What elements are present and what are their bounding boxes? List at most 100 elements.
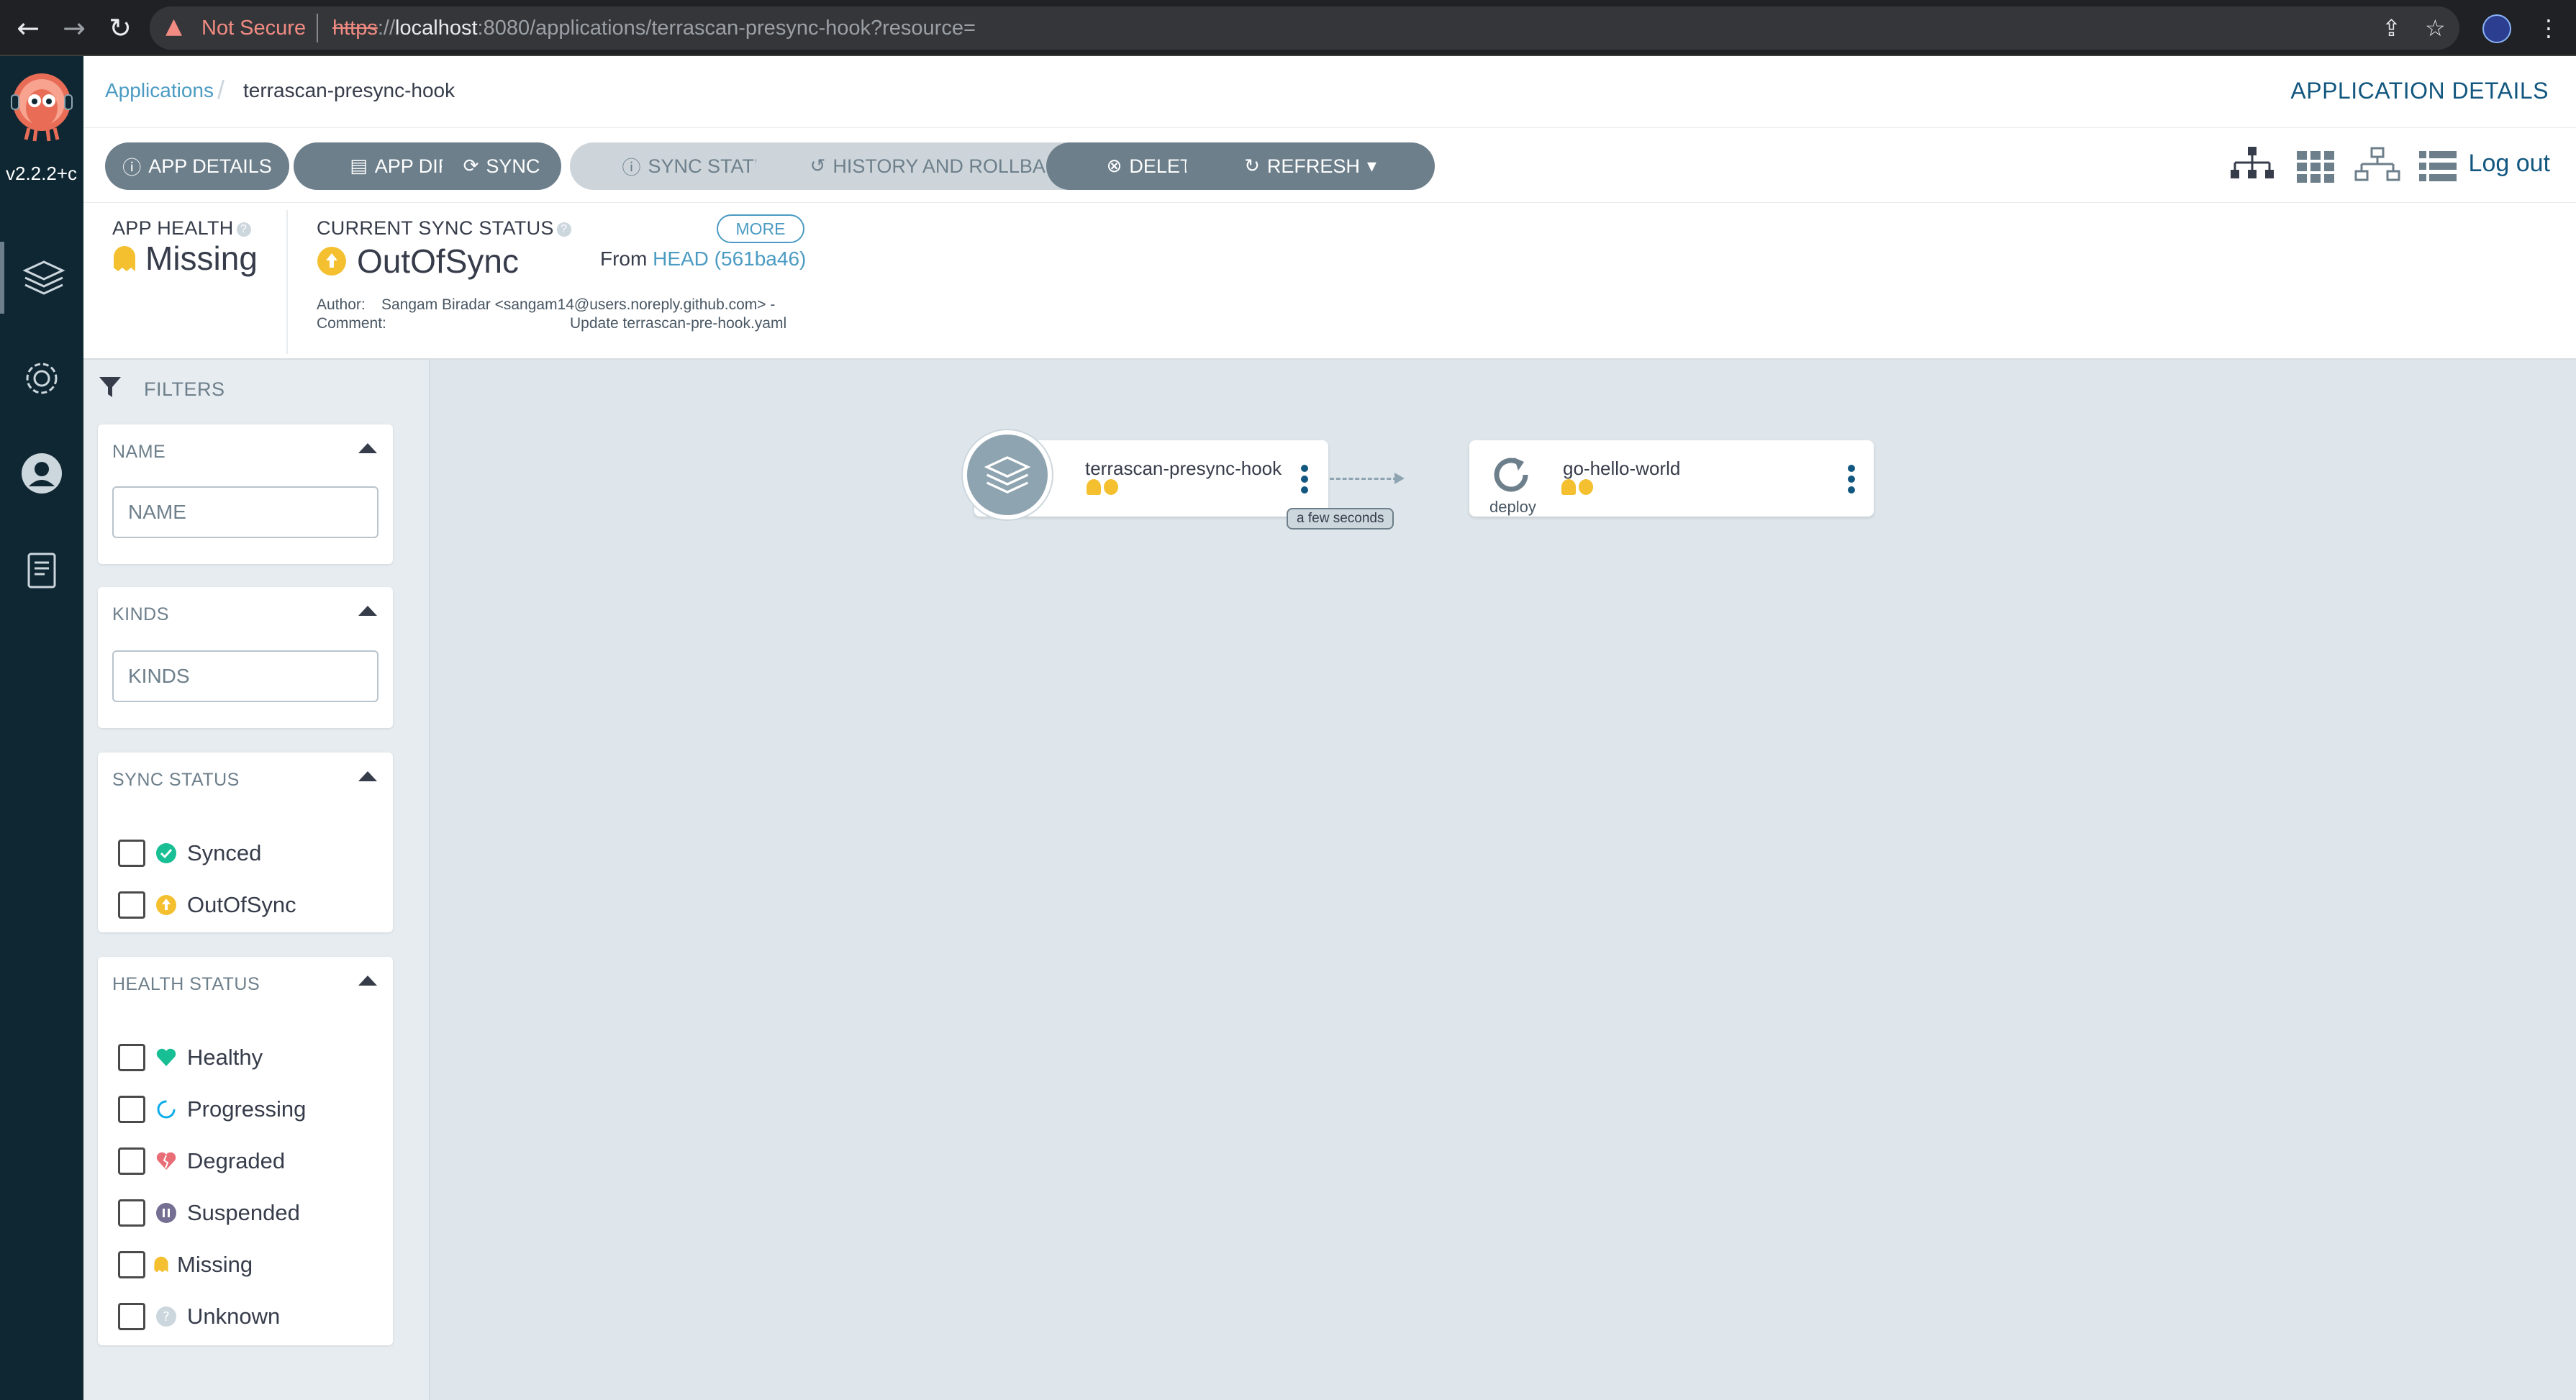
sync-revision: From HEAD (561ba46) (600, 247, 806, 271)
suspended-pause-icon (156, 1203, 176, 1223)
synced-check-icon (156, 843, 176, 863)
revision-link[interactable]: HEAD (561ba46) (653, 247, 806, 270)
sync-status-text: CURRENT SYNC STATUS (317, 217, 554, 239)
from-label: From (600, 247, 648, 270)
more-button[interactable]: MORE (717, 214, 804, 243)
filter-option-progressing[interactable]: Progressing (118, 1094, 306, 1125)
health-status-text: Missing (145, 240, 258, 277)
deployment-node[interactable]: deploy go-hello-world (1469, 440, 1874, 517)
address-bar[interactable]: ▲ Not Secure https://localhost:8080/appl… (150, 6, 2459, 50)
filter-option-suspended[interactable]: Suspended (118, 1197, 300, 1229)
comment-label: Comment: (317, 315, 386, 332)
name-filter-card: NAME (98, 424, 393, 564)
collapse-caret-icon[interactable] (358, 443, 377, 453)
docs-icon (27, 553, 56, 588)
forward-icon[interactable]: → (56, 10, 92, 46)
refresh-label: REFRESH (1266, 155, 1360, 177)
filter-option-degraded[interactable]: Degraded (118, 1145, 285, 1177)
deployment-node-menu-icon[interactable] (1848, 465, 1856, 497)
progressing-spinner-icon (157, 1100, 176, 1119)
version-label: v2.2.2+c (6, 163, 78, 184)
url-text[interactable]: https://localhost:8080/applications/terr… (332, 17, 976, 40)
breadcrumb-separator: / (217, 75, 225, 104)
collapse-caret-icon[interactable] (358, 976, 377, 986)
sync-status-filter-card: SYNC STATUS Synced OutOfSync (98, 753, 393, 932)
sync-status-value: OutOfSync (317, 242, 519, 281)
url-path: :8080/applications/terrascan-presync-hoo… (477, 17, 976, 40)
out-of-sync-icon (1104, 479, 1118, 495)
url-divider (317, 14, 318, 42)
filter-option-healthy[interactable]: Healthy (118, 1042, 263, 1073)
degraded-label: Degraded (187, 1148, 286, 1173)
app-node-circle[interactable] (963, 430, 1052, 519)
sync-button[interactable]: ⟳ SYNC (442, 142, 561, 190)
url-sep-text: :// (377, 17, 396, 40)
profile-avatar[interactable] (2482, 14, 2511, 43)
info-icon: ⓘ (122, 157, 142, 179)
health-status-filter-card: HEALTH STATUS Healthy Progressing Degrad… (98, 957, 393, 1345)
filter-option-missing[interactable]: Missing (118, 1249, 253, 1281)
unknown-question-icon: ? (156, 1306, 176, 1327)
kinds-filter-input[interactable] (112, 650, 378, 702)
logout-link[interactable]: Log out (2469, 150, 2550, 178)
app-health-text: APP HEALTH (112, 217, 234, 239)
bookmark-star-icon[interactable]: ☆ (2425, 10, 2446, 46)
list-view-icon[interactable] (2415, 144, 2461, 190)
filter-option-synced[interactable]: Synced (118, 837, 261, 869)
edge-arrowhead (1394, 473, 1405, 484)
healthy-checkbox[interactable] (118, 1044, 145, 1071)
progressing-checkbox[interactable] (118, 1096, 145, 1123)
nav-settings[interactable] (0, 342, 83, 414)
missing-ghost-icon (154, 1256, 168, 1273)
name-filter-input[interactable] (112, 486, 378, 538)
refresh-button[interactable]: ↻ REFRESH ▾ (1186, 142, 1435, 190)
missing-checkbox[interactable] (118, 1251, 145, 1278)
unknown-checkbox[interactable] (118, 1303, 145, 1330)
deployment-node-name: go-hello-world (1563, 458, 1681, 479)
filter-option-unknown[interactable]: ? Unknown (118, 1301, 280, 1332)
app-node-status-badges (1087, 479, 1118, 495)
applications-icon (22, 260, 65, 295)
help-icon[interactable]: ? (556, 222, 571, 237)
degraded-broken-heart-icon (156, 1152, 176, 1170)
nav-applications[interactable] (0, 242, 83, 314)
progressing-label: Progressing (187, 1096, 307, 1122)
tree-view-icon[interactable] (2229, 144, 2275, 190)
breadcrumb-applications[interactable]: Applications (105, 79, 214, 102)
nav-user-info[interactable] (0, 437, 83, 509)
reload-icon[interactable]: ↻ (102, 10, 138, 46)
filters-header[interactable]: FILTERS (83, 360, 429, 417)
app-details-button[interactable]: ⓘ APP DETAILS (105, 142, 289, 190)
back-icon[interactable]: ← (10, 10, 46, 46)
not-secure-label[interactable]: Not Secure (201, 17, 306, 40)
url-scheme: https (332, 17, 378, 40)
pods-view-icon[interactable] (2292, 144, 2339, 190)
nav-docs[interactable] (0, 534, 83, 606)
status-divider (286, 210, 288, 354)
synced-checkbox[interactable] (118, 840, 145, 867)
healthy-heart-icon (156, 1048, 176, 1066)
share-icon[interactable]: ⇪ (2382, 10, 2401, 46)
collapse-caret-icon[interactable] (358, 606, 377, 616)
outofsync-checkbox[interactable] (118, 891, 145, 919)
settings-icon (26, 363, 58, 394)
suspended-checkbox[interactable] (118, 1199, 145, 1227)
sync-value-text: OutOfSync (357, 242, 519, 280)
deploy-refresh-icon (1494, 458, 1528, 492)
history-label: HISTORY AND ROLLBACK (833, 155, 1073, 177)
name-filter-title: NAME (112, 442, 166, 462)
network-view-icon[interactable] (2354, 144, 2400, 190)
argo-logo-icon[interactable] (6, 71, 78, 142)
out-of-sync-icon (1579, 479, 1593, 495)
degraded-checkbox[interactable] (118, 1147, 145, 1175)
left-navigation: v2.2.2+c (0, 56, 83, 1400)
suspended-label: Suspended (187, 1200, 300, 1225)
url-host: localhost (395, 17, 478, 40)
chrome-menu-icon[interactable]: ⋮ (2537, 10, 2560, 46)
app-node-menu-icon[interactable] (1301, 465, 1310, 497)
kinds-filter-card: KINDS (98, 587, 393, 728)
collapse-caret-icon[interactable] (358, 771, 377, 781)
filter-option-outofsync[interactable]: OutOfSync (118, 889, 296, 921)
help-icon[interactable]: ? (236, 222, 251, 237)
browser-toolbar: ← → ↻ ▲ Not Secure https://localhost:808… (0, 0, 2576, 56)
